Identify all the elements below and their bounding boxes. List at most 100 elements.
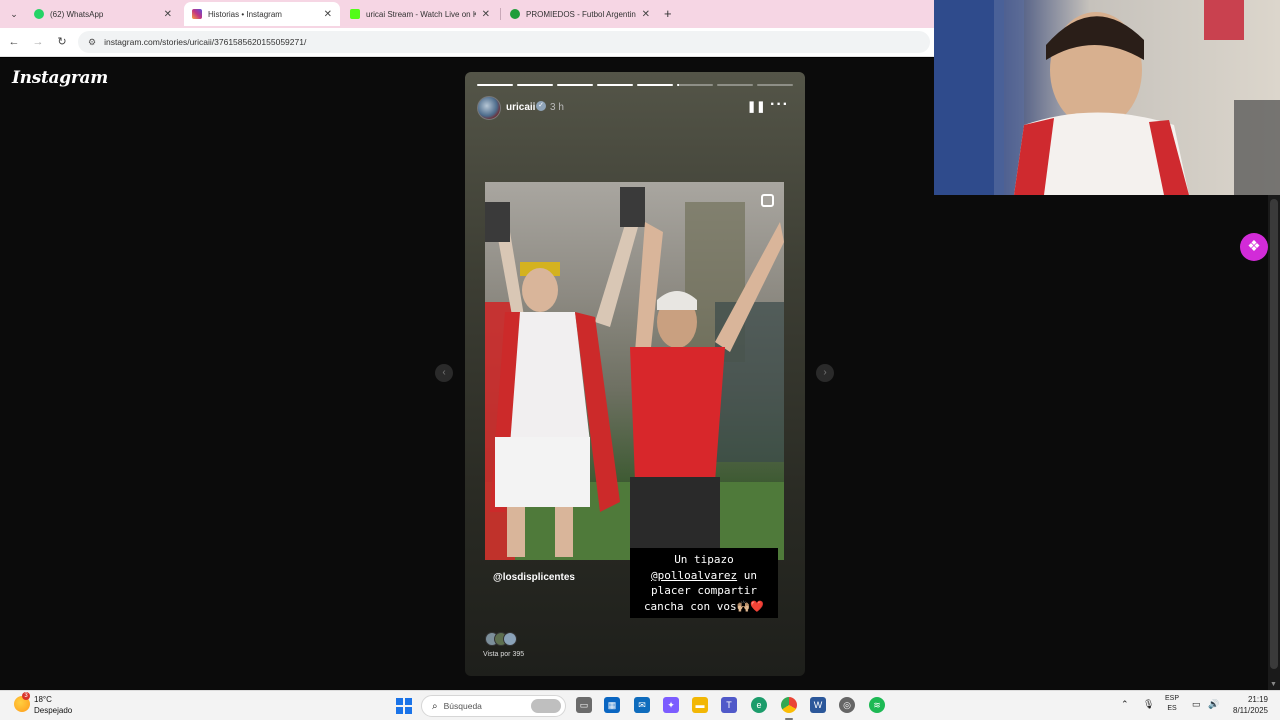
file-explorer-icon[interactable]: ▬ (692, 697, 708, 713)
teams-icon[interactable]: T (721, 697, 737, 713)
next-story-button[interactable]: › (816, 364, 834, 382)
scrollbar[interactable]: ▼ (1268, 195, 1280, 690)
tab-title: (62) WhatsApp (50, 9, 104, 19)
copy-icon (761, 194, 774, 207)
weather-temperature[interactable]: 18°C (34, 695, 52, 704)
reload-button[interactable]: ↻ (54, 34, 70, 50)
chrome-icon[interactable] (781, 697, 797, 713)
task-view-icon[interactable]: ▭ (576, 697, 592, 713)
obs-icon[interactable]: ◎ (839, 697, 855, 713)
avatar (503, 632, 517, 646)
scroll-down-icon[interactable]: ▼ (1270, 681, 1277, 688)
caption-line: Un tipazo (674, 553, 734, 566)
weather-badge: 3 (22, 692, 30, 700)
volume-icon[interactable]: 🔊 (1208, 699, 1219, 710)
story-progress-segment (637, 84, 673, 86)
story-progress-segment (517, 84, 553, 86)
story-progress-fill (477, 84, 513, 86)
whatsapp-icon (34, 9, 44, 19)
tab-title: PROMIEDOS - Futbol Argentin (526, 9, 636, 19)
story-viewer[interactable]: uricaii ✓ 3 h ❚❚ ··· @losdisplicentes Un… (465, 72, 805, 676)
story-progress-segment (557, 84, 593, 86)
webcam-illustration (934, 0, 1280, 195)
scrollbar-thumb[interactable] (1270, 199, 1278, 669)
viewed-by-count[interactable]: Vista por 395 (483, 651, 524, 658)
story-timestamp: 3 h (550, 102, 564, 113)
overlay-widget-icon[interactable]: ❖ (1240, 233, 1268, 261)
back-button[interactable]: ← (6, 34, 22, 50)
more-options-icon[interactable]: ··· (770, 96, 789, 114)
url-text: instagram.com/stories/uricaii/3761585620… (104, 37, 307, 47)
spotify-icon[interactable]: ≋ (869, 697, 885, 713)
microsoft-store-icon[interactable]: ▦ (604, 697, 620, 713)
windows-taskbar: 3 18°C Despejado ⌕ Búsqueda ▭ ▦ ✉ ✦ ▬ T … (0, 690, 1280, 720)
tab-instagram[interactable]: Historias • Instagram ✕ (184, 2, 340, 26)
system-clock[interactable]: 21:19 8/11/2025 (1228, 694, 1268, 716)
word-icon[interactable]: W (810, 697, 826, 713)
windows-start-button[interactable] (396, 698, 412, 714)
caption-line: cancha con vos🙌🏼❤️ (643, 599, 765, 613)
copilot-icon[interactable]: ✦ (663, 697, 679, 713)
webcam-overlay (934, 0, 1280, 195)
caption-text: un (743, 568, 757, 582)
photo-illustration (485, 187, 784, 560)
story-progress-fill (677, 84, 679, 86)
story-progress-segment (717, 84, 753, 86)
outlook-icon[interactable]: ✉ (634, 697, 650, 713)
address-bar[interactable]: ⚙ instagram.com/stories/uricaii/37615856… (78, 31, 930, 53)
story-progress-segment (477, 84, 513, 86)
story-progress-segment (597, 84, 633, 86)
edge-icon[interactable]: e (751, 697, 767, 713)
tab-promiedos[interactable]: PROMIEDOS - Futbol Argentin ✕ (502, 2, 658, 26)
kick-icon (350, 9, 360, 19)
close-icon[interactable]: ✕ (324, 9, 332, 20)
language-code: ESP (1165, 695, 1180, 702)
story-progress-fill (517, 84, 553, 86)
tab-whatsapp[interactable]: (62) WhatsApp ✕ (26, 2, 180, 26)
avatar[interactable] (477, 96, 501, 120)
new-tab-button[interactable]: + (664, 6, 672, 21)
microphone-icon[interactable]: 🎙 (1143, 699, 1154, 710)
tab-title: uricai Stream - Watch Live on K (366, 9, 476, 19)
story-progress-fill (597, 84, 633, 86)
clock-time: 21:19 (1247, 695, 1268, 704)
story-progress-fill (637, 84, 673, 86)
clock-date: 8/11/2025 (1233, 706, 1268, 715)
search-icon: ⌕ (432, 700, 438, 712)
caption-mention-link[interactable]: @polloalvarez (651, 569, 737, 582)
instagram-logo[interactable]: Instagram (12, 68, 108, 88)
close-icon[interactable]: ✕ (164, 9, 172, 20)
language-indicator[interactable]: ESP ES (1165, 694, 1179, 714)
forward-button[interactable]: → (30, 34, 46, 50)
pause-icon[interactable]: ❚❚ (747, 100, 765, 114)
viewers-avatars[interactable] (485, 632, 525, 648)
search-placeholder: Búsqueda (443, 701, 482, 711)
story-progress-fill (557, 84, 593, 86)
instagram-icon (192, 9, 202, 19)
verified-icon: ✓ (536, 101, 546, 111)
tab-kick[interactable]: uricai Stream - Watch Live on K ✕ (342, 2, 498, 26)
mention-sticker[interactable]: @losdisplicentes (493, 572, 575, 583)
search-highlight-image (531, 699, 561, 713)
network-icon[interactable]: ▭ (1192, 699, 1201, 710)
close-icon[interactable]: ✕ (482, 9, 490, 20)
browser-toolbar: ← → ↻ ⚙ instagram.com/stories/uricaii/37… (0, 28, 934, 57)
story-photo (485, 182, 784, 560)
tab-search-icon[interactable]: ⌄ (6, 6, 22, 22)
tab-title: Historias • Instagram (208, 9, 282, 19)
show-hidden-icons[interactable]: ⌃ (1121, 699, 1129, 710)
browser-tabbar: ⌄ (62) WhatsApp ✕ Historias • Instagram … (0, 0, 934, 28)
story-caption: Un tipazo @polloalvarez un placer compar… (630, 548, 778, 618)
story-username[interactable]: uricaii (506, 102, 535, 113)
story-progress-segment (677, 84, 713, 86)
promiedos-icon (510, 9, 520, 19)
site-info-icon[interactable]: ⚙ (88, 37, 96, 48)
close-icon[interactable]: ✕ (642, 9, 650, 20)
story-progress-bars (477, 84, 793, 86)
tab-separator (500, 8, 501, 20)
weather-description[interactable]: Despejado (34, 706, 72, 715)
taskbar-search-input[interactable]: ⌕ Búsqueda (421, 695, 566, 717)
story-progress-segment (757, 84, 793, 86)
caption-line: placer compartir (651, 584, 757, 597)
previous-story-button[interactable]: ‹ (435, 364, 453, 382)
